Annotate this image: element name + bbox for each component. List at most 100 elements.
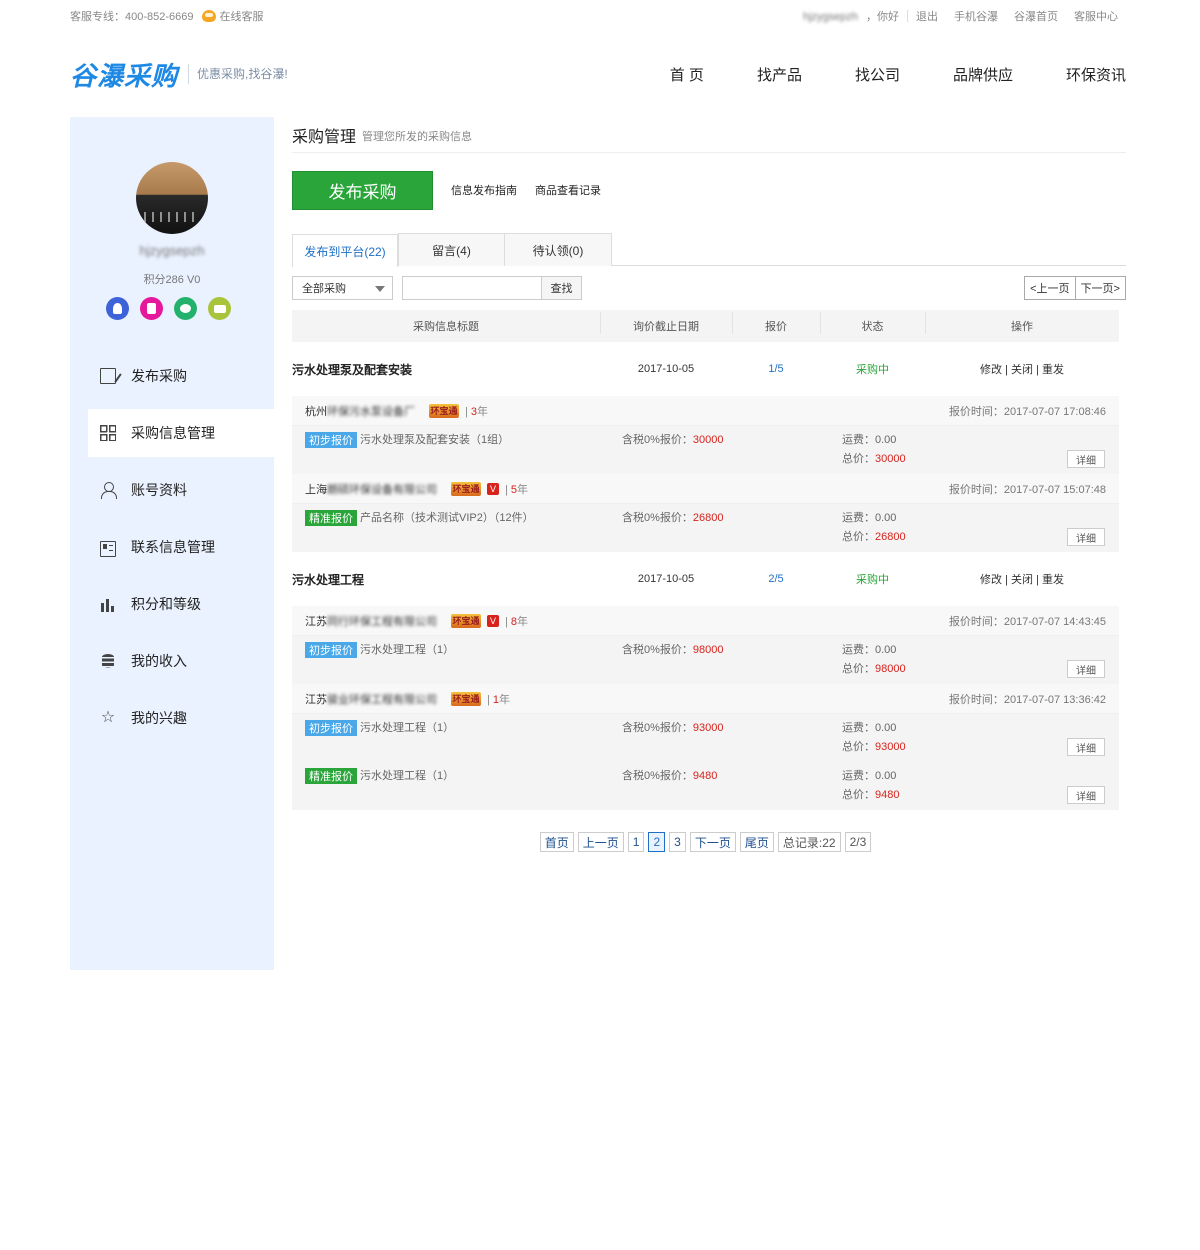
sidebar-item-interests[interactable]: ☆ 我的兴趣 xyxy=(88,694,274,742)
supplier-name[interactable]: 江苏骏业环保工程有限公司 xyxy=(305,691,437,707)
tab-messages[interactable]: 留言(4) xyxy=(398,233,505,266)
prev-page-button[interactable]: 上一页 xyxy=(577,832,624,852)
next-page-button[interactable]: 下一页> xyxy=(1075,276,1126,300)
column-header: 报价 xyxy=(732,312,820,334)
category-select[interactable]: 全部采购 xyxy=(292,276,393,300)
hbt-badge: 环宝通 xyxy=(451,613,481,628)
sidebar-item-label: 我的兴趣 xyxy=(131,710,187,726)
top-bar: 客服专线：400-852-6669 在线客服 hjzygsepzh ，你好 退出 … xyxy=(70,0,1126,32)
product-name: 污水处理泵及配套安装（1组） xyxy=(360,434,510,446)
next-page-button[interactable]: 下一页 xyxy=(689,832,736,852)
purchase-title[interactable]: 污水处理工程 xyxy=(292,571,600,588)
sidebar-item-label: 采购信息管理 xyxy=(131,425,215,441)
quote-time: 报价时间：2017-07-07 15:07:48 xyxy=(948,483,1106,496)
service-center-link[interactable]: 客服中心 xyxy=(1066,8,1126,24)
sidebar-item-publish[interactable]: 发布采购 xyxy=(88,352,274,400)
hbt-badge: 环宝通 xyxy=(451,481,481,496)
sidebar-item-purchase-manage[interactable]: 采购信息管理 xyxy=(88,409,274,457)
verification-badges xyxy=(106,297,231,320)
page-subtitle: 管理您所发的采购信息 xyxy=(362,130,473,143)
logout-link[interactable]: 退出 xyxy=(908,8,946,24)
filter-row: 全部采购 查找 <上一页 下一页> xyxy=(292,276,1126,300)
site-slogan: 优惠采购,找谷瀑! xyxy=(188,64,288,84)
freight: 运费：0.00 xyxy=(842,434,897,446)
publish-guide-link[interactable]: 信息发布指南 xyxy=(451,182,517,198)
page-button[interactable]: 3 xyxy=(669,832,686,852)
quote-count[interactable]: 2/5 xyxy=(732,573,820,585)
sidebar-item-points[interactable]: 积分和等级 xyxy=(88,580,274,628)
tab-bar: 发布到平台(22) 留言(4) 待认领(0) xyxy=(292,233,1126,267)
supplier-name[interactable]: 杭州环保污水泵设备厂 xyxy=(305,403,415,419)
edit-icon xyxy=(100,368,116,384)
page-title: 采购管理 xyxy=(292,128,357,146)
prev-page-button[interactable]: <上一页 xyxy=(1024,276,1076,300)
nav-home[interactable]: 首 页 xyxy=(670,64,704,85)
product-name: 污水处理工程（1） xyxy=(360,644,455,656)
page-button[interactable]: 1 xyxy=(627,832,645,852)
freight: 运费：0.00 xyxy=(842,512,897,524)
offer-header: 杭州环保污水泵设备厂 环宝通 | 3年 报价时间：2017-07-07 17:0… xyxy=(292,396,1119,426)
last-page-button[interactable]: 尾页 xyxy=(739,832,774,852)
sidebar-item-contact[interactable]: 联系信息管理 xyxy=(88,523,274,571)
freight: 运费：0.00 xyxy=(842,722,897,734)
offer-block: 江苏同行环保工程有限公司 环宝通 V | 8年 报价时间：2017-07-07 … xyxy=(292,606,1119,810)
detail-button[interactable]: 详细 xyxy=(1067,450,1105,468)
action-bar: 发布采购 信息发布指南 商品查看记录 xyxy=(292,170,1126,210)
phone-verified-icon[interactable] xyxy=(140,297,163,320)
deadline-date: 2017-10-05 xyxy=(637,573,695,585)
detail-button[interactable]: 详细 xyxy=(1067,660,1105,678)
user-icon xyxy=(100,482,117,499)
avatar[interactable] xyxy=(136,162,208,234)
member-years: | 8年 xyxy=(505,615,529,628)
nav-companies[interactable]: 找公司 xyxy=(855,64,900,85)
offer-line: 初步报价 污水处理泵及配套安装（1组） 含税0%报价：30000 运费：0.00… xyxy=(292,426,1119,474)
row-actions[interactable]: 修改 | 关闭 | 重发 xyxy=(925,361,1119,377)
online-service-link[interactable]: 在线客服 xyxy=(201,8,264,24)
quote-type-badge: 精准报价 xyxy=(305,510,357,526)
nav-products[interactable]: 找产品 xyxy=(757,64,802,85)
quote-type-badge: 初步报价 xyxy=(305,642,357,658)
page-button-current[interactable]: 2 xyxy=(648,832,666,852)
home-link[interactable]: 谷瀑首页 xyxy=(1006,8,1066,24)
supplier-name[interactable]: 江苏同行环保工程有限公司 xyxy=(305,613,437,629)
wechat-icon[interactable] xyxy=(174,297,197,320)
deadline-date: 2017-10-05 xyxy=(637,363,695,375)
mobile-link[interactable]: 手机谷瀑 xyxy=(946,8,1006,24)
publish-purchase-button[interactable]: 发布采购 xyxy=(292,170,433,210)
total-price: 总价：98000 xyxy=(842,663,906,675)
user-verified-icon[interactable] xyxy=(106,297,129,320)
offer-line: 精准报价 产品名称（技术测试VIP2）（12件） 含税0%报价：26800 运费… xyxy=(292,504,1119,552)
product-name: 污水处理工程（1） xyxy=(360,722,455,734)
purchase-title[interactable]: 污水处理泵及配套安装 xyxy=(292,361,600,378)
detail-button[interactable]: 详细 xyxy=(1067,738,1105,756)
supplier-name[interactable]: 上海朗硕环保设备有限公司 xyxy=(305,481,437,497)
quote-price: 含税0%报价：93000 xyxy=(622,722,724,734)
greeting-suffix: ，你好 xyxy=(866,11,899,23)
view-history-link[interactable]: 商品查看记录 xyxy=(535,182,601,198)
search-input[interactable] xyxy=(402,276,542,300)
detail-button[interactable]: 详细 xyxy=(1067,786,1105,804)
row-actions[interactable]: 修改 | 关闭 | 重发 xyxy=(925,571,1119,587)
tab-published[interactable]: 发布到平台(22) xyxy=(292,234,398,267)
freight: 运费：0.00 xyxy=(842,770,897,782)
table-header: 采购信息标题 询价截止日期 报价 状态 操作 xyxy=(292,310,1119,342)
offer-header: 江苏骏业环保工程有限公司 环宝通 | 1年 报价时间：2017-07-07 13… xyxy=(292,684,1119,714)
offer-header: 江苏同行环保工程有限公司 环宝通 V | 8年 报价时间：2017-07-07 … xyxy=(292,606,1119,636)
hbt-badge: 环宝通 xyxy=(429,403,459,418)
member-years: | 5年 xyxy=(505,483,529,496)
search-button[interactable]: 查找 xyxy=(542,276,582,300)
nav-news[interactable]: 环保资讯 xyxy=(1066,64,1126,85)
quote-count[interactable]: 1/5 xyxy=(732,363,820,375)
sidebar-item-income[interactable]: 我的收入 xyxy=(88,637,274,685)
offer-line: 初步报价 污水处理工程（1） 含税0%报价：98000 运费：0.00 总价：9… xyxy=(292,636,1119,684)
nav-brands[interactable]: 品牌供应 xyxy=(953,64,1013,85)
grid-icon xyxy=(100,425,116,441)
first-page-button[interactable]: 首页 xyxy=(539,832,574,852)
email-icon[interactable] xyxy=(208,297,231,320)
detail-button[interactable]: 详细 xyxy=(1067,528,1105,546)
tab-pending[interactable]: 待认领(0) xyxy=(505,233,612,266)
quote-time: 报价时间：2017-07-07 14:43:45 xyxy=(948,615,1106,628)
site-logo[interactable]: 谷瀑采购 xyxy=(70,56,178,93)
total-price: 总价：93000 xyxy=(842,741,906,753)
sidebar-item-account[interactable]: 账号资料 xyxy=(88,466,274,514)
